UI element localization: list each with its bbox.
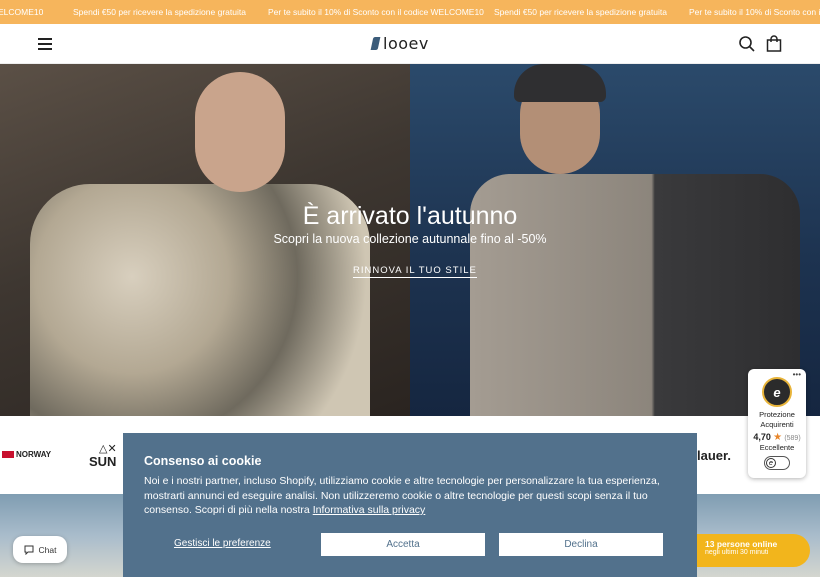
announcement-text: Spendi €50 per ricevere la spedizione gr… (73, 7, 246, 17)
online-count: 13 persone online (705, 539, 778, 549)
hero-banner[interactable]: È arrivato l'autunno Scopri la nuova col… (0, 64, 820, 416)
hamburger-icon[interactable] (38, 38, 52, 50)
norway-flag-icon (2, 451, 14, 459)
online-visitors-badge: 13 persone online negli ultimi 30 minuti (697, 534, 810, 567)
cookie-title: Consenso ai cookie (144, 454, 262, 468)
logo-text: looev (383, 34, 429, 53)
trust-seal-icon: e (762, 377, 792, 407)
privacy-policy-link[interactable]: Informativa sulla privacy (313, 504, 426, 516)
triangle-x-icon: △✕ (99, 443, 117, 455)
brand-logo-sun[interactable]: △✕ SUN (89, 443, 117, 469)
cookie-consent-banner: Consenso ai cookie Noi e i nostri partne… (123, 433, 697, 577)
brand-logo-lauer[interactable]: lauer. (697, 448, 731, 463)
chat-button[interactable]: Chat (13, 536, 67, 563)
brand-logo-norway[interactable]: NORWAY (2, 450, 51, 459)
announcement-text: Per te subito il 10% di Sconto con il co (689, 7, 820, 17)
brand-name: NORWAY (16, 450, 52, 459)
trust-rating-label: Eccellente (759, 443, 795, 452)
trust-label-line1: Protezione (759, 410, 795, 419)
logo-mark (370, 37, 381, 50)
trust-score: 4,70 ★ (589) (748, 432, 806, 443)
decline-button[interactable]: Declina (499, 533, 663, 556)
more-options-icon[interactable]: ••• (793, 370, 801, 379)
online-period: negli ultimi 30 minuti (705, 549, 769, 556)
star-icon: ★ (773, 432, 783, 443)
brand-name: SUN (89, 454, 117, 469)
hero-cta-link[interactable]: RINNOVA IL TUO STILE (353, 265, 477, 278)
chat-bubble-icon (24, 545, 34, 555)
search-icon[interactable] (738, 35, 756, 53)
announcement-bar: ELCOME10 Spendi €50 per ricevere la sped… (0, 0, 820, 24)
announcement-text: ELCOME10 (0, 7, 44, 17)
announcement-text: Per te subito il 10% di Sconto con il co… (268, 7, 484, 17)
trust-toggle[interactable]: e (764, 456, 790, 470)
chat-label: Chat (38, 544, 57, 555)
bag-icon[interactable] (765, 35, 783, 53)
manage-preferences-link[interactable]: Gestisci le preferenze (174, 538, 271, 549)
site-logo[interactable]: looev (370, 34, 429, 53)
accept-button[interactable]: Accetta (321, 533, 485, 556)
hero-subtitle: Scopri la nuova collezione autunnale fin… (273, 232, 547, 246)
trust-e-icon: e (766, 458, 776, 468)
hero-title: È arrivato l'autunno (302, 202, 518, 230)
trust-label-line2: Acquirenti (760, 420, 794, 429)
trust-score-value: 4,70 (753, 432, 771, 442)
site-header: looev (0, 24, 820, 64)
announcement-text: Spendi €50 per ricevere la spedizione gr… (494, 7, 667, 17)
trust-review-count: (589) (784, 435, 801, 442)
cookie-description: Noi e i nostri partner, incluso Shopify,… (144, 474, 684, 518)
trusted-shops-badge[interactable]: ••• e Protezione Acquirenti 4,70 ★ (589)… (748, 369, 806, 478)
